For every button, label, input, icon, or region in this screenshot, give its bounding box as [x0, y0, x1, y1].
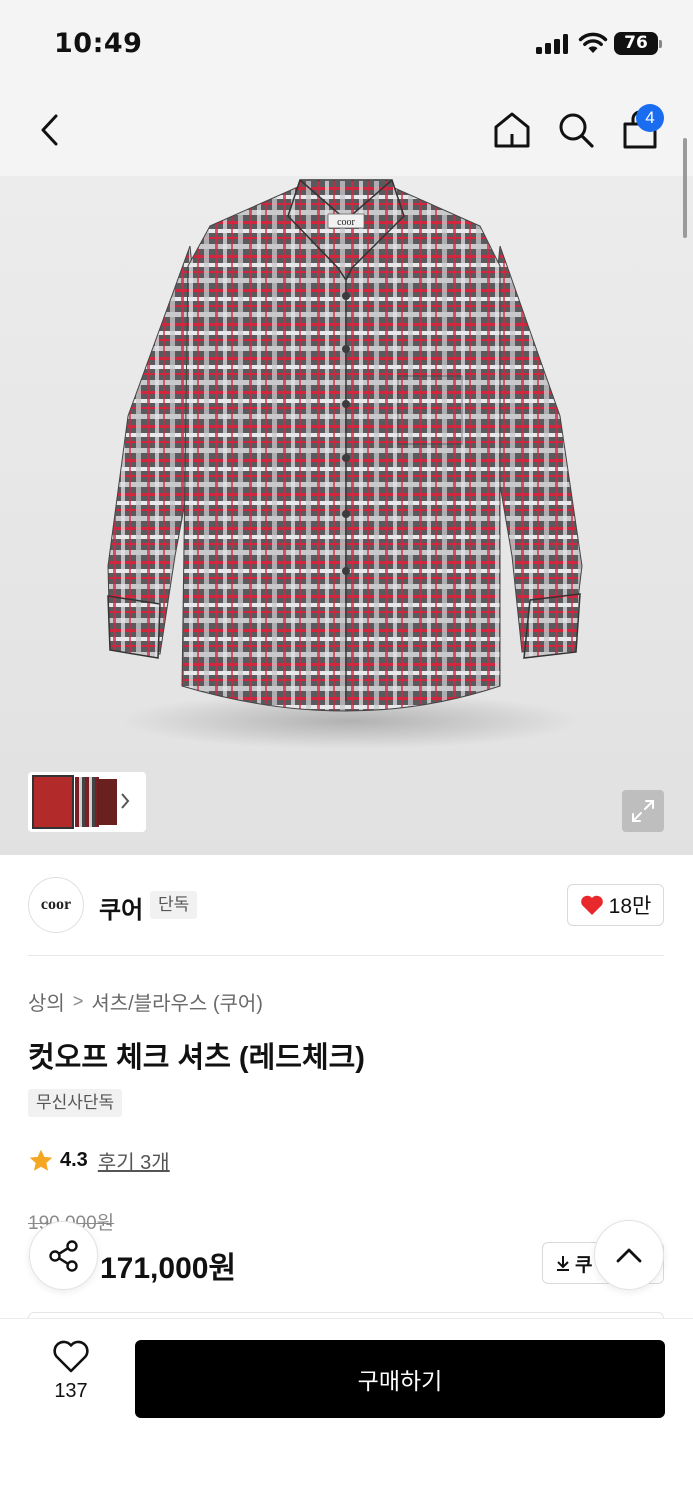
- home-button[interactable]: [490, 108, 534, 152]
- review-link[interactable]: 후기 3개: [98, 1146, 170, 1175]
- breadcrumb: 상의 > 셔츠/블라우스 (쿠어): [28, 987, 263, 1016]
- back-icon: [41, 114, 58, 146]
- wishlist-count: 137: [54, 1380, 88, 1402]
- expand-icon: [632, 800, 654, 822]
- breadcrumb-category[interactable]: 상의: [28, 987, 65, 1016]
- status-bar: 10:49 76: [0, 0, 693, 88]
- cart-count-badge: 4: [636, 104, 664, 132]
- breadcrumb-separator: >: [72, 991, 84, 1011]
- nav-bar: [0, 88, 693, 176]
- rating-value: 4.3: [60, 1149, 88, 1171]
- shirt-logo-text: coor: [337, 217, 355, 228]
- back-button[interactable]: [28, 108, 72, 152]
- coupon-label: 쿠: [575, 1254, 593, 1276]
- exclusive-tag: 무신사단독: [28, 1089, 123, 1117]
- product-title: 컷오프 체크 셔츠 (레드체크): [28, 1042, 365, 1074]
- thumbnail-next-button[interactable]: [120, 790, 130, 816]
- home-icon: [494, 112, 530, 148]
- brand-logo[interactable]: coor: [28, 877, 84, 933]
- wifi-icon: [578, 32, 608, 53]
- breadcrumb-subcategory[interactable]: 셔츠/블라우스 (쿠어): [91, 987, 263, 1016]
- share-button[interactable]: [29, 1221, 98, 1290]
- heart-outline-icon: [53, 1340, 89, 1373]
- battery-nub: [659, 40, 662, 48]
- cellular-signal-icon: [536, 34, 568, 54]
- thumbnail-checked-shirt[interactable]: [75, 777, 99, 827]
- thumbnail-dark-red-shirt[interactable]: [97, 779, 117, 825]
- buy-button[interactable]: 구매하기: [135, 1340, 665, 1418]
- divider: [28, 955, 664, 956]
- expand-image-button[interactable]: [622, 790, 664, 832]
- share-icon: [48, 1239, 78, 1272]
- status-time: 10:49: [54, 28, 143, 59]
- battery-indicator: 76: [614, 32, 658, 55]
- chevron-up-icon: [616, 1248, 642, 1263]
- brand-like-count: 18만: [608, 895, 652, 918]
- brand-name[interactable]: 쿠어: [99, 890, 143, 925]
- star-icon: [29, 1149, 53, 1171]
- scroll-indicator: [683, 138, 687, 238]
- scroll-to-top-button[interactable]: [594, 1220, 664, 1290]
- product-photo-checked-shirt: coor: [107, 179, 583, 749]
- brand-like-button[interactable]: 18만: [567, 884, 664, 926]
- thumbnail-red-shirt[interactable]: [32, 775, 74, 829]
- search-icon: [559, 113, 594, 148]
- brand-exclusive-badge: 단독: [150, 891, 198, 919]
- chevron-right-icon: [121, 793, 130, 809]
- sale-price: 171,000원: [100, 1252, 237, 1285]
- wishlist-button[interactable]: 137: [40, 1340, 102, 1416]
- download-icon: [557, 1256, 569, 1271]
- rating-row: 4.3 후기 3개: [28, 1146, 170, 1175]
- heart-icon: [580, 895, 603, 915]
- product-image[interactable]: coor: [0, 176, 693, 855]
- search-button[interactable]: [554, 108, 598, 152]
